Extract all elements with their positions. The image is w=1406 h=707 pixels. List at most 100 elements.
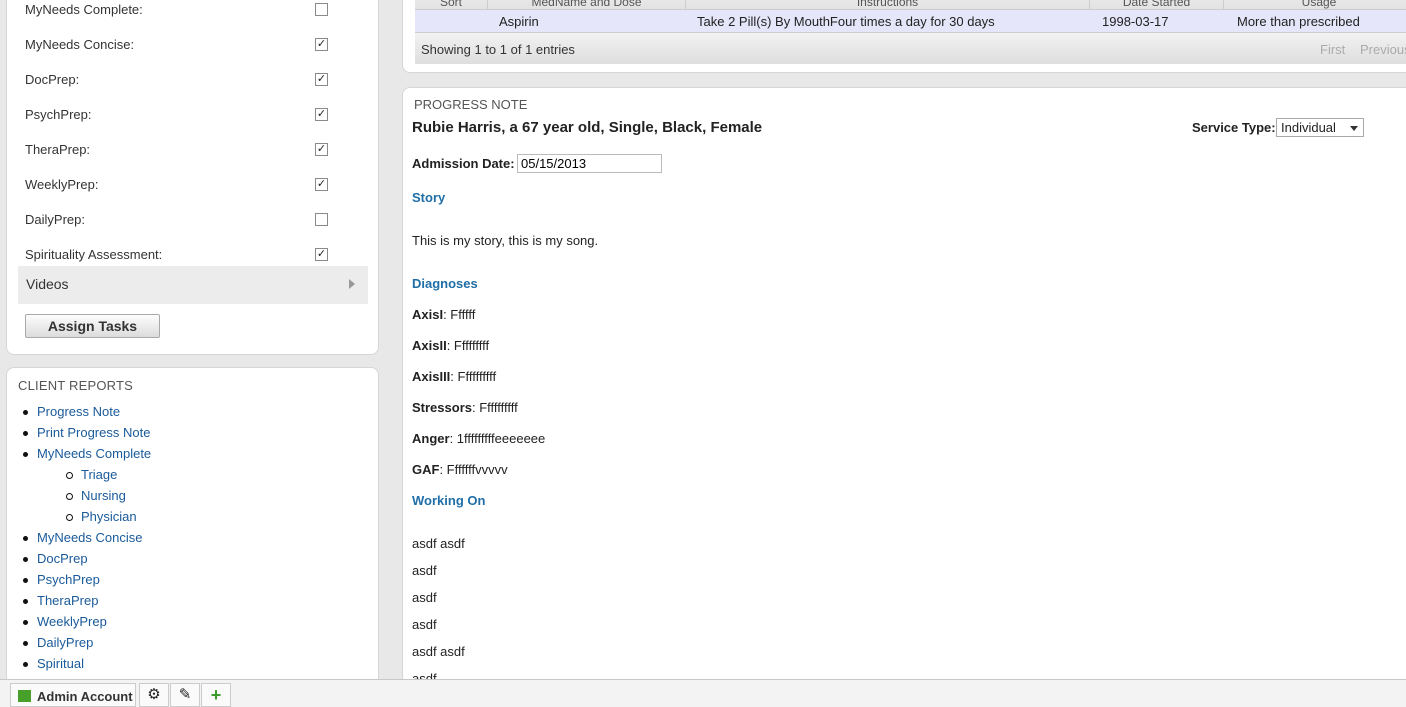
column-header-usage[interactable]: Usage: [1224, 0, 1406, 10]
edit-icon[interactable]: ✎: [170, 683, 200, 707]
diagnosis-axis-ii: AxisII: Fffffffff: [412, 338, 490, 353]
report-item-myneeds-complete[interactable]: MyNeeds Complete: [22, 446, 151, 467]
report-item-docprep[interactable]: DocPrep: [22, 551, 151, 572]
bottom-toolbar: Admin Account ⚙ ✎ +: [0, 679, 1406, 707]
story-heading: Story: [412, 190, 446, 205]
working-item: asdf asdf: [412, 536, 465, 551]
diagnosis-axis-i: AxisI: Ffffff: [412, 307, 476, 322]
task-label: DailyPrep:: [25, 212, 85, 227]
task-label: Spirituality Assessment:: [25, 247, 163, 262]
task-label: PsychPrep:: [25, 107, 92, 122]
diagnosis-anger: Anger: 1fffffffffeeeeeee: [412, 431, 546, 446]
report-item-spiritual[interactable]: Spiritual: [22, 656, 151, 677]
videos-accordion[interactable]: Videos: [18, 266, 368, 304]
report-item-dailyprep[interactable]: DailyPrep: [22, 635, 151, 656]
diagnosis-axis-iii: AxisIII: Ffffffffff: [412, 369, 497, 384]
diagnosis-stressors: Stressors: Ffffffffff: [412, 400, 518, 415]
report-link[interactable]: Triage: [81, 467, 117, 482]
task-row-psychprep: PsychPrep: ✓: [25, 106, 335, 124]
working-item: asdf: [412, 590, 437, 605]
report-link[interactable]: DailyPrep: [37, 635, 93, 650]
working-on-heading: Working On: [412, 493, 486, 508]
task-row-myneeds-complete: MyNeeds Complete:: [25, 1, 335, 19]
task-checkbox[interactable]: ✓: [315, 108, 328, 121]
task-row-dailyprep: DailyPrep:: [25, 211, 335, 229]
plus-icon[interactable]: +: [201, 683, 231, 707]
medications-panel: Sort MedName and Dose Instructions Date …: [402, 0, 1406, 73]
admission-date-label: Admission Date:: [412, 156, 515, 171]
medication-name-link[interactable]: Aspirin: [499, 14, 539, 29]
status-indicator-icon: [18, 690, 31, 702]
task-checkbox[interactable]: ✓: [315, 38, 328, 51]
story-text: This is my story, this is my song.: [412, 233, 599, 248]
task-checkbox[interactable]: ✓: [315, 178, 328, 191]
report-link[interactable]: WeeklyPrep: [37, 614, 107, 629]
progress-note-panel: PROGRESS NOTE Rubie Harris, a 67 year ol…: [402, 87, 1406, 707]
task-checkbox[interactable]: [315, 213, 328, 226]
column-header-sort[interactable]: Sort: [415, 0, 488, 10]
account-label: Admin Account: [37, 689, 133, 704]
admission-date-field[interactable]: [517, 154, 662, 173]
gear-icon[interactable]: ⚙: [139, 683, 169, 707]
report-link[interactable]: Physician: [81, 509, 137, 524]
task-label: DocPrep:: [25, 72, 80, 87]
report-item-triage[interactable]: Triage: [37, 467, 151, 488]
report-link[interactable]: Spiritual: [37, 656, 84, 671]
report-link[interactable]: DocPrep: [37, 551, 88, 566]
report-link[interactable]: PsychPrep: [37, 572, 100, 587]
service-type-value: Individual: [1281, 120, 1336, 135]
report-item-weeklyprep[interactable]: WeeklyPrep: [22, 614, 151, 635]
chevron-down-icon: [1350, 126, 1358, 131]
report-item-print-progress-note[interactable]: Print Progress Note: [22, 425, 151, 446]
report-item-theraprep[interactable]: TheraPrep: [22, 593, 151, 614]
task-row-weeklyprep: WeeklyPrep: ✓: [25, 176, 335, 194]
report-item-myneeds-concise[interactable]: MyNeeds Concise: [22, 530, 151, 551]
task-checkbox[interactable]: [315, 3, 328, 16]
service-type-select[interactable]: Individual: [1276, 118, 1364, 137]
task-label: WeeklyPrep:: [25, 177, 99, 192]
report-link[interactable]: MyNeeds Concise: [37, 530, 143, 545]
working-item: asdf: [412, 563, 437, 578]
task-row-theraprep: TheraPrep: ✓: [25, 141, 335, 159]
task-label: TheraPrep:: [25, 142, 91, 157]
task-checkbox[interactable]: ✓: [315, 143, 328, 156]
column-header-date-started[interactable]: Date Started: [1090, 0, 1224, 10]
report-link[interactable]: Print Progress Note: [37, 425, 150, 440]
previous-page-button[interactable]: Previous: [1360, 42, 1406, 57]
report-list: Progress Note Print Progress Note MyNeed…: [22, 404, 151, 677]
report-item-progress-note[interactable]: Progress Note: [22, 404, 151, 425]
service-type-label: Service Type:: [1192, 120, 1276, 135]
report-link[interactable]: TheraPrep: [37, 593, 98, 608]
column-header-instructions[interactable]: Instructions: [686, 0, 1090, 10]
diagnosis-gaf: GAF: Fffffffvvvvv: [412, 462, 508, 477]
date-started-cell: 1998-03-17: [1102, 14, 1169, 29]
task-checkbox[interactable]: ✓: [315, 73, 328, 86]
report-link[interactable]: MyNeeds Complete: [37, 446, 151, 461]
task-row-myneeds-concise: MyNeeds Concise: ✓: [25, 36, 335, 54]
task-label: MyNeeds Concise:: [25, 37, 135, 52]
column-header-medname[interactable]: MedName and Dose: [488, 0, 686, 10]
table-row[interactable]: Aspirin Take 2 Pill(s) By MouthFour time…: [415, 10, 1406, 32]
report-item-nursing[interactable]: Nursing: [37, 488, 151, 509]
report-item-psychprep[interactable]: PsychPrep: [22, 572, 151, 593]
task-checkbox[interactable]: ✓: [315, 248, 328, 261]
table-footer: Showing 1 to 1 of 1 entries First Previo…: [415, 32, 1406, 64]
videos-label: Videos: [26, 276, 69, 292]
panel-title: CLIENT REPORTS: [18, 378, 134, 393]
task-row-docprep: DocPrep: ✓: [25, 71, 335, 89]
first-page-button[interactable]: First: [1320, 42, 1345, 57]
instructions-cell: Take 2 Pill(s) By MouthFour times a day …: [697, 14, 995, 29]
usage-cell: More than prescribed: [1237, 14, 1360, 29]
working-item: asdf asdf: [412, 644, 465, 659]
report-item-physician[interactable]: Physician: [37, 509, 151, 530]
table-info: Showing 1 to 1 of 1 entries: [421, 42, 575, 57]
client-reports-panel: CLIENT REPORTS Progress Note Print Progr…: [6, 367, 379, 697]
client-summary: Rubie Harris, a 67 year old, Single, Bla…: [412, 119, 763, 136]
admin-account-button[interactable]: Admin Account: [10, 683, 136, 707]
task-row-spirituality: Spirituality Assessment: ✓: [25, 246, 335, 264]
diagnoses-heading: Diagnoses: [412, 276, 478, 291]
report-link[interactable]: Progress Note: [37, 404, 120, 419]
assign-tasks-button[interactable]: Assign Tasks: [25, 314, 160, 338]
report-link[interactable]: Nursing: [81, 488, 126, 503]
panel-title: PROGRESS NOTE: [414, 97, 528, 112]
